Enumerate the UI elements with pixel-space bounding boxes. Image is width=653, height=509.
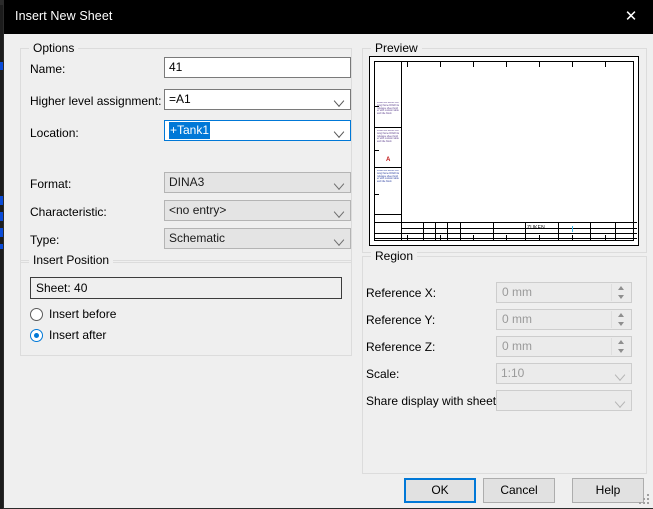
chevron-down-icon[interactable] [331, 201, 348, 220]
cancel-button[interactable]: Cancel [483, 478, 555, 503]
dialog-titlebar[interactable]: Insert New Sheet ✕ [4, 0, 653, 34]
name-input[interactable]: 41 [164, 57, 351, 78]
radio-insert-before-label: Insert before [49, 307, 117, 321]
sheet-preview[interactable]: Zuken E3.series drawing frame DINA3 land… [369, 56, 639, 246]
higher-level-assignment-combobox[interactable]: =A1 [164, 89, 351, 110]
preview-titleblock-row [375, 233, 401, 234]
format-value: DINA3 [169, 175, 205, 189]
chevron-down-icon[interactable] [612, 391, 629, 410]
preview-left-text-1: Zuken E3.series drawing frame DINA3 land… [377, 102, 399, 116]
options-group-title: Options [29, 41, 79, 55]
insert-position-group-title: Insert Position [29, 253, 114, 267]
reference-x-stepper[interactable] [611, 284, 630, 301]
type-value: Schematic [169, 231, 226, 245]
preview-titleblock-row [375, 238, 637, 239]
scale-value: 1:10 [501, 366, 525, 380]
help-button[interactable]: Help [572, 478, 644, 503]
radio-insert-after-label: Insert after [49, 328, 107, 342]
resize-grip[interactable] [639, 494, 651, 506]
preview-titleblock-row [401, 228, 637, 229]
format-label: Format: [30, 177, 72, 191]
reference-z-label: Reference Z: [366, 340, 436, 354]
type-combobox[interactable]: Schematic [164, 228, 351, 249]
type-label: Type: [30, 233, 60, 247]
location-combobox[interactable]: +Tank1 [164, 120, 351, 141]
share-display-label: Share display with sheet: [366, 394, 500, 408]
chevron-down-icon[interactable] [331, 90, 348, 109]
chevron-down-icon[interactable] [331, 229, 348, 248]
chevron-down-icon[interactable] [331, 121, 348, 140]
preview-tick [407, 62, 408, 67]
preview-titleblock-col [460, 222, 461, 241]
reference-z-spinner[interactable]: 0 mm [496, 336, 632, 357]
preview-tick [539, 62, 540, 67]
higher-level-assignment-label: Higher level assignment: [30, 94, 162, 108]
preview-titleblock-col [558, 222, 559, 241]
dialog-client-area: Options Name: 41 Higher level assignment… [4, 34, 653, 508]
preview-titleblock-col [423, 222, 424, 241]
preview-left-row-divider [375, 167, 401, 168]
format-combobox[interactable]: DINA3 [164, 172, 351, 193]
close-icon[interactable]: ✕ [608, 0, 653, 34]
stepper-down-icon[interactable] [612, 293, 630, 301]
share-display-combobox[interactable] [496, 390, 632, 411]
radio-circle-icon [30, 308, 43, 321]
characteristic-combobox[interactable]: <no entry> [164, 200, 351, 221]
radio-circle-selected-icon [30, 329, 43, 342]
preview-frame: Zuken E3.series drawing frame DINA3 land… [374, 61, 637, 241]
scale-label: Scale: [366, 367, 400, 381]
preview-tick [473, 62, 474, 67]
preview-titleblock-col [590, 222, 591, 241]
preview-left-text-3: Zuken E3.series drawing frame DINA3 land… [377, 170, 399, 184]
preview-titleblock-row [401, 233, 637, 234]
preview-tick [506, 62, 507, 67]
preview-titleblock-col [447, 222, 448, 241]
preview-left-column-divider [401, 62, 402, 241]
reference-x-spinner[interactable]: 0 mm [496, 282, 632, 303]
scale-combobox[interactable]: 1:10 [496, 363, 632, 384]
preview-titleblock-col [525, 222, 526, 241]
chevron-down-icon[interactable] [331, 173, 348, 192]
reference-y-value: 0 mm [502, 312, 532, 326]
stepper-up-icon[interactable] [612, 311, 630, 319]
preview-tick [572, 62, 573, 67]
reference-z-value: 0 mm [502, 339, 532, 353]
preview-tick [605, 62, 606, 67]
reference-y-spinner[interactable]: 0 mm [496, 309, 632, 330]
preview-titleblock-col [493, 222, 494, 241]
reference-x-label: Reference X: [366, 286, 437, 300]
dialog-title: Insert New Sheet [15, 9, 113, 23]
preview-cyan-mark [572, 226, 573, 232]
reference-y-label: Reference Y: [366, 313, 436, 327]
characteristic-label: Characteristic: [30, 205, 107, 219]
preview-titleblock-col [615, 222, 616, 241]
sheet-readonly-box: Sheet: 40 [30, 277, 342, 299]
higher-level-assignment-value: =A1 [169, 92, 191, 106]
stepper-down-icon[interactable] [612, 320, 630, 328]
preview-left-row-divider [375, 127, 401, 128]
preview-red-mark: A [386, 157, 391, 163]
ok-button[interactable]: OK [404, 478, 476, 503]
stepper-up-icon[interactable] [612, 338, 630, 346]
stepper-down-icon[interactable] [612, 347, 630, 355]
location-value: +Tank1 [169, 122, 211, 139]
insert-new-sheet-dialog: Insert New Sheet ✕ Options Name: 41 High… [3, 0, 653, 509]
name-label: Name: [30, 62, 66, 76]
reference-y-stepper[interactable] [611, 311, 630, 328]
location-label: Location: [30, 126, 79, 140]
reference-x-value: 0 mm [502, 285, 532, 299]
stepper-up-icon[interactable] [612, 284, 630, 292]
preview-brand-label: ZUKEN [527, 225, 545, 231]
chevron-down-icon[interactable] [612, 364, 629, 383]
preview-titleblock-col [435, 222, 436, 241]
preview-tick [440, 62, 441, 67]
region-group-title: Region [371, 249, 418, 263]
location-value-wrap: +Tank1 [169, 121, 330, 140]
reference-z-stepper[interactable] [611, 338, 630, 355]
characteristic-value: <no entry> [169, 203, 227, 217]
preview-left-row-divider [375, 214, 401, 215]
preview-titleblock-top [375, 222, 637, 223]
preview-group-title: Preview [371, 41, 422, 55]
